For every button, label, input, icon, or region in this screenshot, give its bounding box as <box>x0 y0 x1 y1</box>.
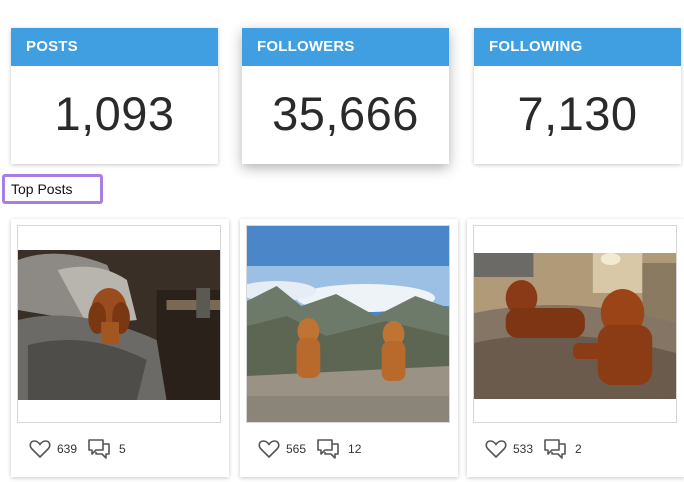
comment-icon[interactable] <box>316 438 340 460</box>
followers-stat-label: FOLLOWERS <box>242 28 449 66</box>
post-card[interactable]: 533 2 <box>467 219 684 477</box>
following-stat-label: FOLLOWING <box>474 28 681 66</box>
comment-icon[interactable] <box>543 438 567 460</box>
post-stats: 639 5 <box>29 435 126 463</box>
top-posts-heading: Top Posts <box>2 174 103 204</box>
followers-stat-value: 35,666 <box>272 87 419 140</box>
post-card[interactable]: 565 12 <box>240 219 458 477</box>
post-photo[interactable] <box>474 253 676 399</box>
post-photo-frame <box>246 225 450 423</box>
likes-count: 639 <box>57 442 78 456</box>
post-photo[interactable] <box>18 250 220 400</box>
following-stat-card: FOLLOWING 7,130 <box>474 28 681 164</box>
post-photo[interactable] <box>247 226 449 423</box>
heart-icon[interactable] <box>485 439 507 459</box>
followers-stat-card: FOLLOWERS 35,666 <box>242 28 449 164</box>
comments-count: 2 <box>575 442 582 456</box>
likes-count: 533 <box>513 442 534 456</box>
posts-stat-value: 1,093 <box>54 87 175 140</box>
comments-count: 5 <box>119 442 126 456</box>
post-photo-frame <box>473 225 677 423</box>
post-stats: 533 2 <box>485 435 582 463</box>
following-stat-value: 7,130 <box>517 87 638 140</box>
comment-icon[interactable] <box>87 438 111 460</box>
heart-icon[interactable] <box>258 439 280 459</box>
post-photo-frame <box>17 225 221 423</box>
posts-stat-label: POSTS <box>11 28 218 66</box>
likes-count: 565 <box>286 442 307 456</box>
posts-stat-card: POSTS 1,093 <box>11 28 218 164</box>
heart-icon[interactable] <box>29 439 51 459</box>
post-card[interactable]: 639 5 <box>11 219 229 477</box>
post-stats: 565 12 <box>258 435 361 463</box>
comments-count: 12 <box>348 442 362 456</box>
